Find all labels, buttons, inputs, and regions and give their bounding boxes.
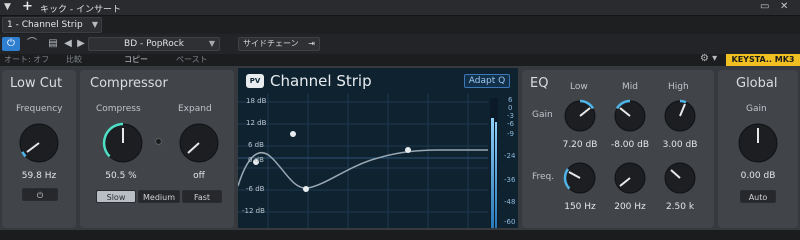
low-cut-title: Low Cut	[10, 76, 63, 91]
mid-freq-value: 200 Hz	[614, 202, 646, 212]
low-freq-value: 150 Hz	[564, 202, 596, 212]
db-label: -12 dB	[242, 207, 265, 215]
high-freq-value: 2.50 k	[665, 202, 695, 212]
high-gain-knob[interactable]	[660, 96, 700, 136]
low-gain-value: 7.20 dB	[562, 140, 598, 150]
prev-preset-icon[interactable]: ◀	[62, 37, 74, 51]
compressor-panel: Compressor Compress Expand 50.5 % off Sl…	[80, 70, 234, 228]
meter-scale-label: 0	[508, 104, 513, 112]
restore-icon[interactable]: ▭	[760, 1, 769, 12]
frequency-label: Frequency	[16, 104, 63, 114]
chevron-down-icon: ▼	[91, 20, 98, 29]
plugin-toolbar: ⏻ ⌒ ▤ ◀ ▶ BD - PopRock ▼ サイドチェーン ⇥	[0, 34, 800, 54]
meter-scale-label: -48	[504, 198, 516, 206]
high-freq-knob[interactable]	[660, 158, 700, 198]
low-freq-knob[interactable]	[560, 158, 600, 198]
low-gain-knob[interactable]	[560, 96, 600, 136]
meter-scale-label: -3	[507, 112, 514, 120]
db-label: 12 dB	[246, 119, 267, 127]
meter-scale-label: -9	[507, 130, 514, 138]
next-preset-icon[interactable]: ▶	[75, 37, 87, 51]
link-indicator[interactable]	[155, 138, 162, 145]
sidechain-icon: ⇥	[308, 39, 315, 48]
sidechain-label: サイドチェーン	[243, 39, 299, 48]
eq-band-low-label: Low	[570, 82, 588, 92]
eq-title: EQ	[530, 76, 549, 91]
title-bar: ▼ + キック - インサート ▭ ✕	[0, 0, 800, 16]
triangle-down-icon[interactable]: ▼	[4, 2, 11, 12]
mid-freq-knob[interactable]	[610, 158, 650, 198]
compress-knob[interactable]	[98, 118, 148, 168]
paste-button[interactable]: ペースト	[176, 54, 208, 65]
global-gain-knob[interactable]	[733, 118, 783, 168]
global-panel: Global Gain 0.00 dB Auto	[718, 70, 798, 228]
eq-band-high-label: High	[668, 82, 689, 92]
freq-row-label: Freq.	[532, 172, 555, 182]
expand-value: off	[193, 171, 205, 181]
db-label: 6 dB	[248, 141, 264, 149]
mode-slow-button[interactable]: Slow	[96, 190, 136, 203]
device-badge[interactable]: KEYSTA.. MK3	[726, 54, 800, 66]
frequency-knob[interactable]	[14, 118, 64, 168]
compare-bar: オート: オフ 比較 コピー ペースト ⚙ ▾ KEYSTA.. MK3	[0, 53, 800, 66]
low-cut-panel: Low Cut Frequency 59.8 Hz ⏻	[2, 70, 76, 228]
auto-gain-button[interactable]: Auto	[740, 190, 776, 203]
power-button[interactable]: ⏻	[2, 37, 20, 51]
compress-value: 50.5 %	[105, 171, 137, 181]
window-title: キック - インサート	[40, 5, 121, 15]
global-gain-label: Gain	[746, 104, 767, 114]
expand-knob[interactable]	[174, 118, 224, 168]
close-icon[interactable]: ✕	[780, 1, 788, 12]
db-label: -6 dB	[246, 185, 265, 193]
mid-gain-knob[interactable]	[610, 96, 650, 136]
compare-button[interactable]: 比較	[66, 54, 82, 65]
sidechain-button[interactable]: サイドチェーン ⇥	[238, 37, 320, 51]
channel-label: 1 - Channel Strip	[7, 20, 83, 30]
eq-panel: EQ Low Mid High Gain Freq. 7.20 dB -8.00…	[522, 70, 714, 228]
channel-selector[interactable]: 1 - Channel Strip ▼	[2, 17, 102, 33]
gear-icon[interactable]: ⚙ ▾	[700, 53, 717, 64]
preset-name: BD - PopRock	[124, 39, 184, 49]
adapt-q-button[interactable]: Adapt Q	[464, 74, 510, 88]
presonus-logo: PV	[246, 74, 264, 88]
preset-file-icon[interactable]: ▤	[46, 37, 60, 51]
high-gain-value: 3.00 dB	[662, 140, 698, 150]
meter-scale-label: -36	[504, 176, 516, 184]
compress-label: Compress	[96, 104, 141, 114]
meter-scale-label: -6	[507, 120, 514, 128]
plus-icon[interactable]: +	[22, 0, 33, 14]
global-title: Global	[736, 76, 778, 91]
mode-fast-button[interactable]: Fast	[182, 190, 222, 203]
automation-icon[interactable]: ⌒	[24, 37, 40, 51]
copy-button[interactable]: コピー	[124, 54, 148, 65]
eq-curve-chart[interactable]	[238, 94, 518, 228]
mid-gain-value: -8.00 dB	[610, 140, 650, 150]
mode-medium-button[interactable]: Medium	[138, 190, 180, 203]
frequency-value: 59.8 Hz	[21, 171, 57, 181]
meter-scale-label: -60	[504, 218, 516, 226]
meter-scale-label: -24	[504, 152, 516, 160]
low-cut-power-button[interactable]: ⏻	[22, 188, 58, 201]
channel-bar: 1 - Channel Strip ▼	[0, 16, 800, 34]
compressor-title: Compressor	[90, 76, 168, 91]
meter-scale-label: 6	[508, 96, 513, 104]
db-label: 0 dB	[248, 156, 264, 164]
eq-graph-display[interactable]: PV Channel Strip Adapt Q 18 dB 12 dB 6 d…	[238, 68, 518, 228]
expand-label: Expand	[178, 104, 212, 114]
preset-selector[interactable]: BD - PopRock ▼	[88, 37, 220, 51]
auto-off-button[interactable]: オート: オフ	[4, 54, 49, 65]
global-gain-value: 0.00 dB	[740, 171, 776, 181]
gain-row-label: Gain	[532, 110, 553, 120]
chevron-down-icon: ▼	[208, 39, 215, 48]
output-meter	[490, 98, 498, 228]
graph-title: Channel Strip	[270, 72, 372, 90]
db-label: 18 dB	[246, 97, 267, 105]
eq-band-mid-label: Mid	[622, 82, 638, 92]
